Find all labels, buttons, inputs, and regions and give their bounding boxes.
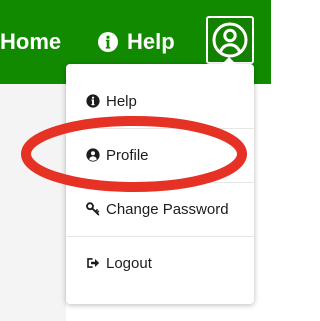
menu-item-label: Logout xyxy=(106,254,152,272)
user-circle-icon xyxy=(212,22,248,58)
menu-item-help[interactable]: Help xyxy=(66,74,254,128)
help-label: Help xyxy=(127,29,175,54)
dropdown-caret xyxy=(221,57,237,65)
menu-item-logout[interactable]: Logout xyxy=(66,236,254,290)
home-link[interactable]: Home xyxy=(0,26,61,58)
menu-item-label: Change Password xyxy=(106,200,229,218)
menu-item-profile[interactable]: Profile xyxy=(66,128,254,182)
background-panel xyxy=(0,84,66,321)
user-circle-icon xyxy=(86,148,100,162)
menu-item-change-password[interactable]: Change Password xyxy=(66,182,254,236)
logout-icon xyxy=(86,256,100,270)
help-link[interactable]: Help xyxy=(97,26,175,58)
info-circle-icon xyxy=(86,94,100,108)
key-icon xyxy=(86,202,100,216)
account-dropdown: Help Profile Change Password Logout xyxy=(66,64,254,304)
info-circle-icon xyxy=(97,31,119,53)
menu-item-label: Profile xyxy=(106,146,149,164)
home-label: Home xyxy=(0,29,62,54)
menu-item-label: Help xyxy=(106,92,137,110)
